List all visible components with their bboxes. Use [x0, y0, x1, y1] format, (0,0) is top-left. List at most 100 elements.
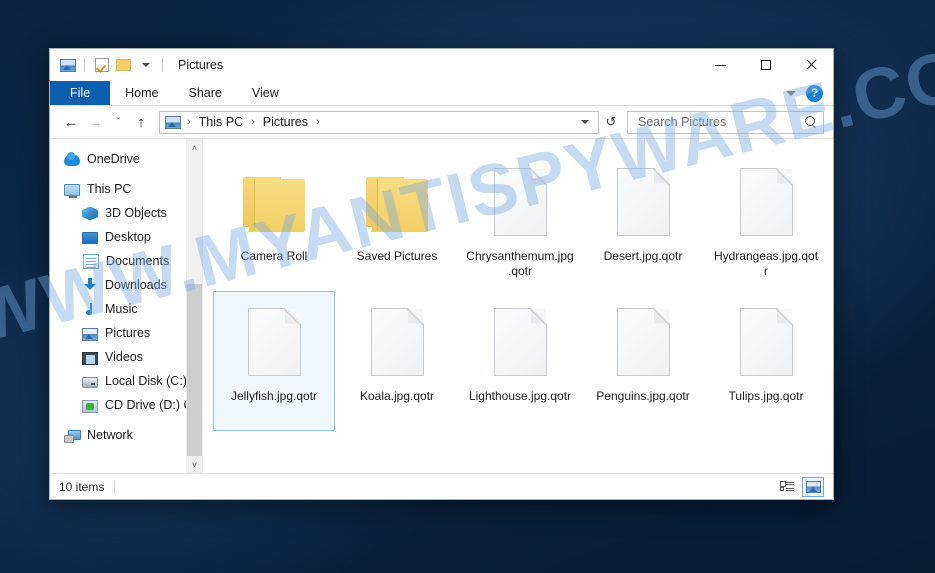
breadcrumb-separator-1[interactable]: ›	[249, 116, 257, 128]
desktop-icon	[82, 232, 98, 244]
file-name-label: Saved Pictures	[356, 249, 438, 263]
sidebar-item-label: OneDrive	[87, 152, 140, 166]
sidebar-item-desktop[interactable]: Desktop	[50, 225, 202, 249]
close-button[interactable]	[788, 49, 833, 81]
sidebar-item-network[interactable]: Network	[50, 423, 202, 447]
sidebar-item-label: 3D Objects	[105, 206, 167, 220]
folder-item[interactable]: Saved Pictures	[336, 151, 458, 291]
tab-share[interactable]: Share	[174, 81, 237, 105]
documents-icon	[83, 253, 99, 269]
tab-file[interactable]: File	[50, 81, 111, 105]
blank-file-icon	[740, 167, 793, 236]
ribbon-tabs: File Home Share View ?	[50, 81, 833, 106]
folder-item[interactable]: Camera Roll	[213, 151, 335, 291]
chevron-down-icon[interactable]	[786, 90, 796, 96]
large-icons-view-button[interactable]	[802, 476, 824, 497]
sidebar-item-downloads[interactable]: Downloads	[50, 273, 202, 297]
help-icon[interactable]: ?	[806, 84, 823, 102]
sidebar-item-local-disk-c[interactable]: Local Disk (C:)	[50, 369, 202, 393]
search-box[interactable]	[627, 110, 824, 134]
file-name-label: Hydrangeas.jpg.qotr	[713, 249, 819, 278]
file-item[interactable]: Penguins.jpg.qotr	[582, 291, 704, 431]
file-name-label: Jellyfish.jpg.qotr	[230, 389, 318, 403]
file-item[interactable]: Hydrangeas.jpg.qotr	[705, 151, 827, 291]
cd-icon	[82, 399, 98, 413]
refresh-button[interactable]: ↺	[600, 111, 622, 134]
search-input[interactable]	[636, 114, 805, 130]
icon-wrapper	[243, 156, 305, 248]
breadcrumb-item-pictures[interactable]: Pictures	[259, 113, 312, 131]
sidebar-item-onedrive[interactable]: OneDrive	[50, 147, 202, 171]
blank-file-icon	[494, 167, 547, 236]
properties-icon[interactable]	[93, 57, 110, 74]
previous-locations-chevron-icon[interactable]	[581, 120, 589, 124]
sidebar-item-3d-objects[interactable]: 3D Objects	[50, 201, 202, 225]
file-name-label: Penguins.jpg.qotr	[596, 389, 690, 403]
thispc-icon	[64, 184, 80, 198]
window-title: Pictures	[178, 58, 224, 72]
icon-wrapper	[617, 296, 670, 388]
downloads-icon	[82, 277, 98, 293]
file-item[interactable]: Koala.jpg.qotr	[336, 291, 458, 431]
breadcrumb-item-this-pc[interactable]: This PC	[195, 113, 247, 131]
navigation-pane: OneDrive This PC 3D Objects Desktop Document…	[50, 139, 202, 473]
blank-file-icon	[617, 167, 670, 236]
file-name-label: Tulips.jpg.qotr	[728, 389, 804, 403]
sidebar-item-label: Pictures	[105, 326, 151, 340]
sidebar-item-pictures[interactable]: Pictures	[50, 321, 202, 345]
videos-icon	[82, 351, 98, 365]
customize-qat-caret-icon[interactable]	[137, 57, 154, 74]
back-button[interactable]: ←	[59, 110, 83, 134]
up-button[interactable]: ↑	[129, 110, 153, 134]
breadcrumb-separator-2[interactable]: ›	[314, 116, 322, 128]
icon-wrapper	[371, 296, 424, 388]
scroll-down-button[interactable]: ˅	[187, 456, 202, 473]
icon-wrapper	[740, 296, 793, 388]
file-item[interactable]: Jellyfish.jpg.qotr	[213, 291, 335, 431]
navigation-scrollbar[interactable]: ˄ ˅	[186, 139, 202, 473]
sidebar-item-label: This PC	[87, 182, 132, 196]
qat-divider-1	[84, 58, 85, 72]
search-icon[interactable]	[805, 115, 818, 129]
network-icon	[64, 429, 81, 443]
file-item[interactable]: Lighthouse.jpg.qotr	[459, 291, 581, 431]
icon-wrapper	[617, 156, 670, 248]
sidebar-item-documents[interactable]: Documents	[50, 249, 202, 273]
pictures-icon	[82, 327, 98, 341]
tab-home[interactable]: Home	[110, 81, 173, 105]
pictures-icon[interactable]	[59, 57, 76, 74]
scroll-track[interactable]	[187, 156, 202, 456]
sidebar-item-this-pc[interactable]: This PC	[50, 177, 202, 201]
sidebar-item-cd-drive-d-cc[interactable]: CD Drive (D:) CC	[50, 393, 202, 417]
quick-access-toolbar: Pictures	[50, 49, 223, 81]
breadcrumb[interactable]: › This PC › Pictures ›	[159, 110, 599, 134]
scroll-thumb[interactable]	[187, 284, 202, 456]
minimize-button[interactable]	[698, 49, 743, 81]
recent-locations-button[interactable]: ˇ	[109, 110, 128, 134]
new-folder-icon[interactable]	[115, 57, 132, 74]
maximize-button[interactable]	[743, 49, 788, 81]
forward-button[interactable]: →	[84, 110, 108, 134]
minimize-icon	[715, 64, 726, 66]
folder-icon	[366, 177, 428, 232]
file-name-label: Chrysanthemum.jpg.qotr	[466, 249, 574, 278]
qat-divider-2	[162, 58, 163, 72]
sidebar-item-label: Documents	[106, 254, 170, 268]
file-name-label: Koala.jpg.qotr	[359, 389, 435, 403]
sidebar-item-music[interactable]: Music	[50, 297, 202, 321]
details-view-button[interactable]	[776, 477, 798, 497]
sidebar-item-videos[interactable]: Videos	[50, 345, 202, 369]
file-item[interactable]: Desert.jpg.qotr	[582, 151, 704, 291]
sidebar-item-label: Network	[87, 428, 133, 442]
scroll-up-button[interactable]: ˄	[187, 139, 202, 156]
music-icon	[82, 301, 98, 317]
file-item[interactable]: Tulips.jpg.qotr	[705, 291, 827, 431]
tab-view[interactable]: View	[237, 81, 294, 105]
file-item[interactable]: Chrysanthemum.jpg.qotr	[459, 151, 581, 291]
onedrive-icon	[64, 152, 80, 166]
icon-wrapper	[248, 296, 301, 388]
address-bar: ← → ˇ ↑ › This PC › Pictures › ↺	[50, 106, 833, 138]
folder-icon	[243, 177, 305, 232]
sidebar-item-label: Desktop	[105, 230, 151, 244]
file-list-content[interactable]: Camera Roll Saved Pictures Chrysanthemum.j…	[202, 139, 833, 473]
